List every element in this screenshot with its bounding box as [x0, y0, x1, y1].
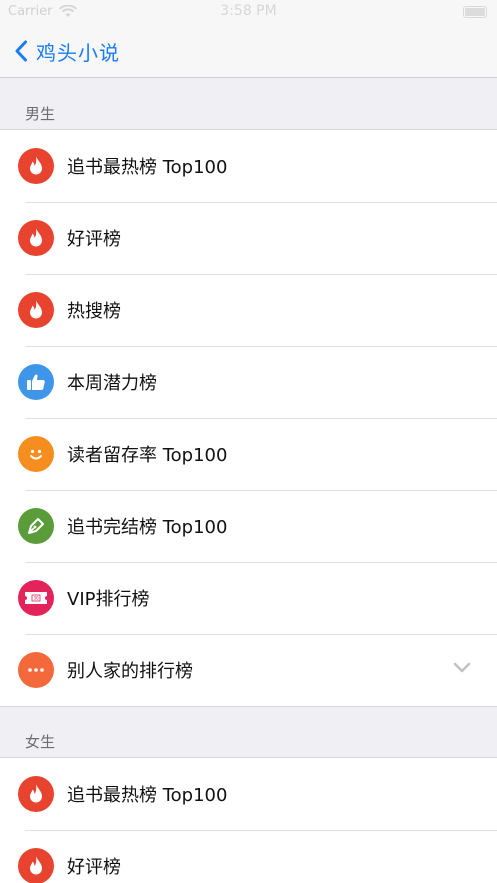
list-item-label: 追书完结榜 Top100 — [67, 517, 228, 538]
section-header-male: 男生 — [25, 105, 56, 123]
list-item-label: 读者留存率 Top100 — [67, 445, 228, 466]
flame-icon — [18, 848, 54, 883]
ranking-list-female: 追书最热榜 Top100 好评榜 — [0, 757, 497, 883]
list-item-label: 热搜榜 — [67, 301, 121, 322]
list-item[interactable]: 好评榜 — [0, 830, 497, 883]
flame-icon — [18, 292, 54, 328]
screen: Carrier 3:58 PM 鸡头小说 男生 追书最热榜 Top100 好评榜热… — [0, 0, 497, 883]
svg-text:30: 30 — [33, 596, 39, 601]
ranking-list-male: 追书最热榜 Top100 好评榜热搜榜本周潜力榜读者留存率 Top100 追书完结榜… — [0, 129, 497, 707]
flame-icon — [18, 148, 54, 184]
status-bar: Carrier 3:58 PM — [0, 0, 497, 26]
status-time: 3:58 PM — [220, 3, 277, 19]
chevron-left-icon — [15, 40, 27, 62]
chevron-down-icon[interactable] — [453, 662, 471, 674]
list-item[interactable]: 追书最热榜 Top100 — [0, 130, 497, 202]
battery-icon — [463, 6, 487, 18]
smiley-icon — [18, 436, 54, 472]
section-header-female: 女生 — [25, 733, 56, 751]
list-item-label: 别人家的排行榜 — [67, 661, 193, 682]
ticket-icon: 30 — [18, 580, 54, 616]
list-item[interactable]: 读者留存率 Top100 — [0, 418, 497, 490]
list-item-label: 本周潜力榜 — [67, 373, 157, 394]
list-item-label: VIP排行榜 — [67, 589, 150, 610]
back-button[interactable]: 鸡头小说 — [14, 38, 120, 65]
thumbs-up-icon — [18, 364, 54, 400]
navigation-bar: 鸡头小说 — [0, 26, 497, 78]
list-item[interactable]: 追书完结榜 Top100 — [0, 490, 497, 562]
back-label: 鸡头小说 — [36, 40, 120, 65]
list-item-label: 好评榜 — [67, 857, 121, 878]
list-item[interactable]: 30 VIP排行榜 — [0, 562, 497, 634]
list-item[interactable]: 别人家的排行榜 — [0, 634, 497, 706]
list-item-label: 追书最热榜 Top100 — [67, 785, 228, 806]
list-item[interactable]: 好评榜 — [0, 202, 497, 274]
list-item-label: 追书最热榜 Top100 — [67, 157, 228, 178]
pen-nib-icon — [18, 508, 54, 544]
list-item[interactable]: 本周潜力榜 — [0, 346, 497, 418]
list-item-label: 好评榜 — [67, 229, 121, 250]
flame-icon — [18, 220, 54, 256]
flame-icon — [18, 776, 54, 812]
list-item[interactable]: 追书最热榜 Top100 — [0, 758, 497, 830]
list-item[interactable]: 热搜榜 — [0, 274, 497, 346]
more-dots-icon — [18, 652, 54, 688]
